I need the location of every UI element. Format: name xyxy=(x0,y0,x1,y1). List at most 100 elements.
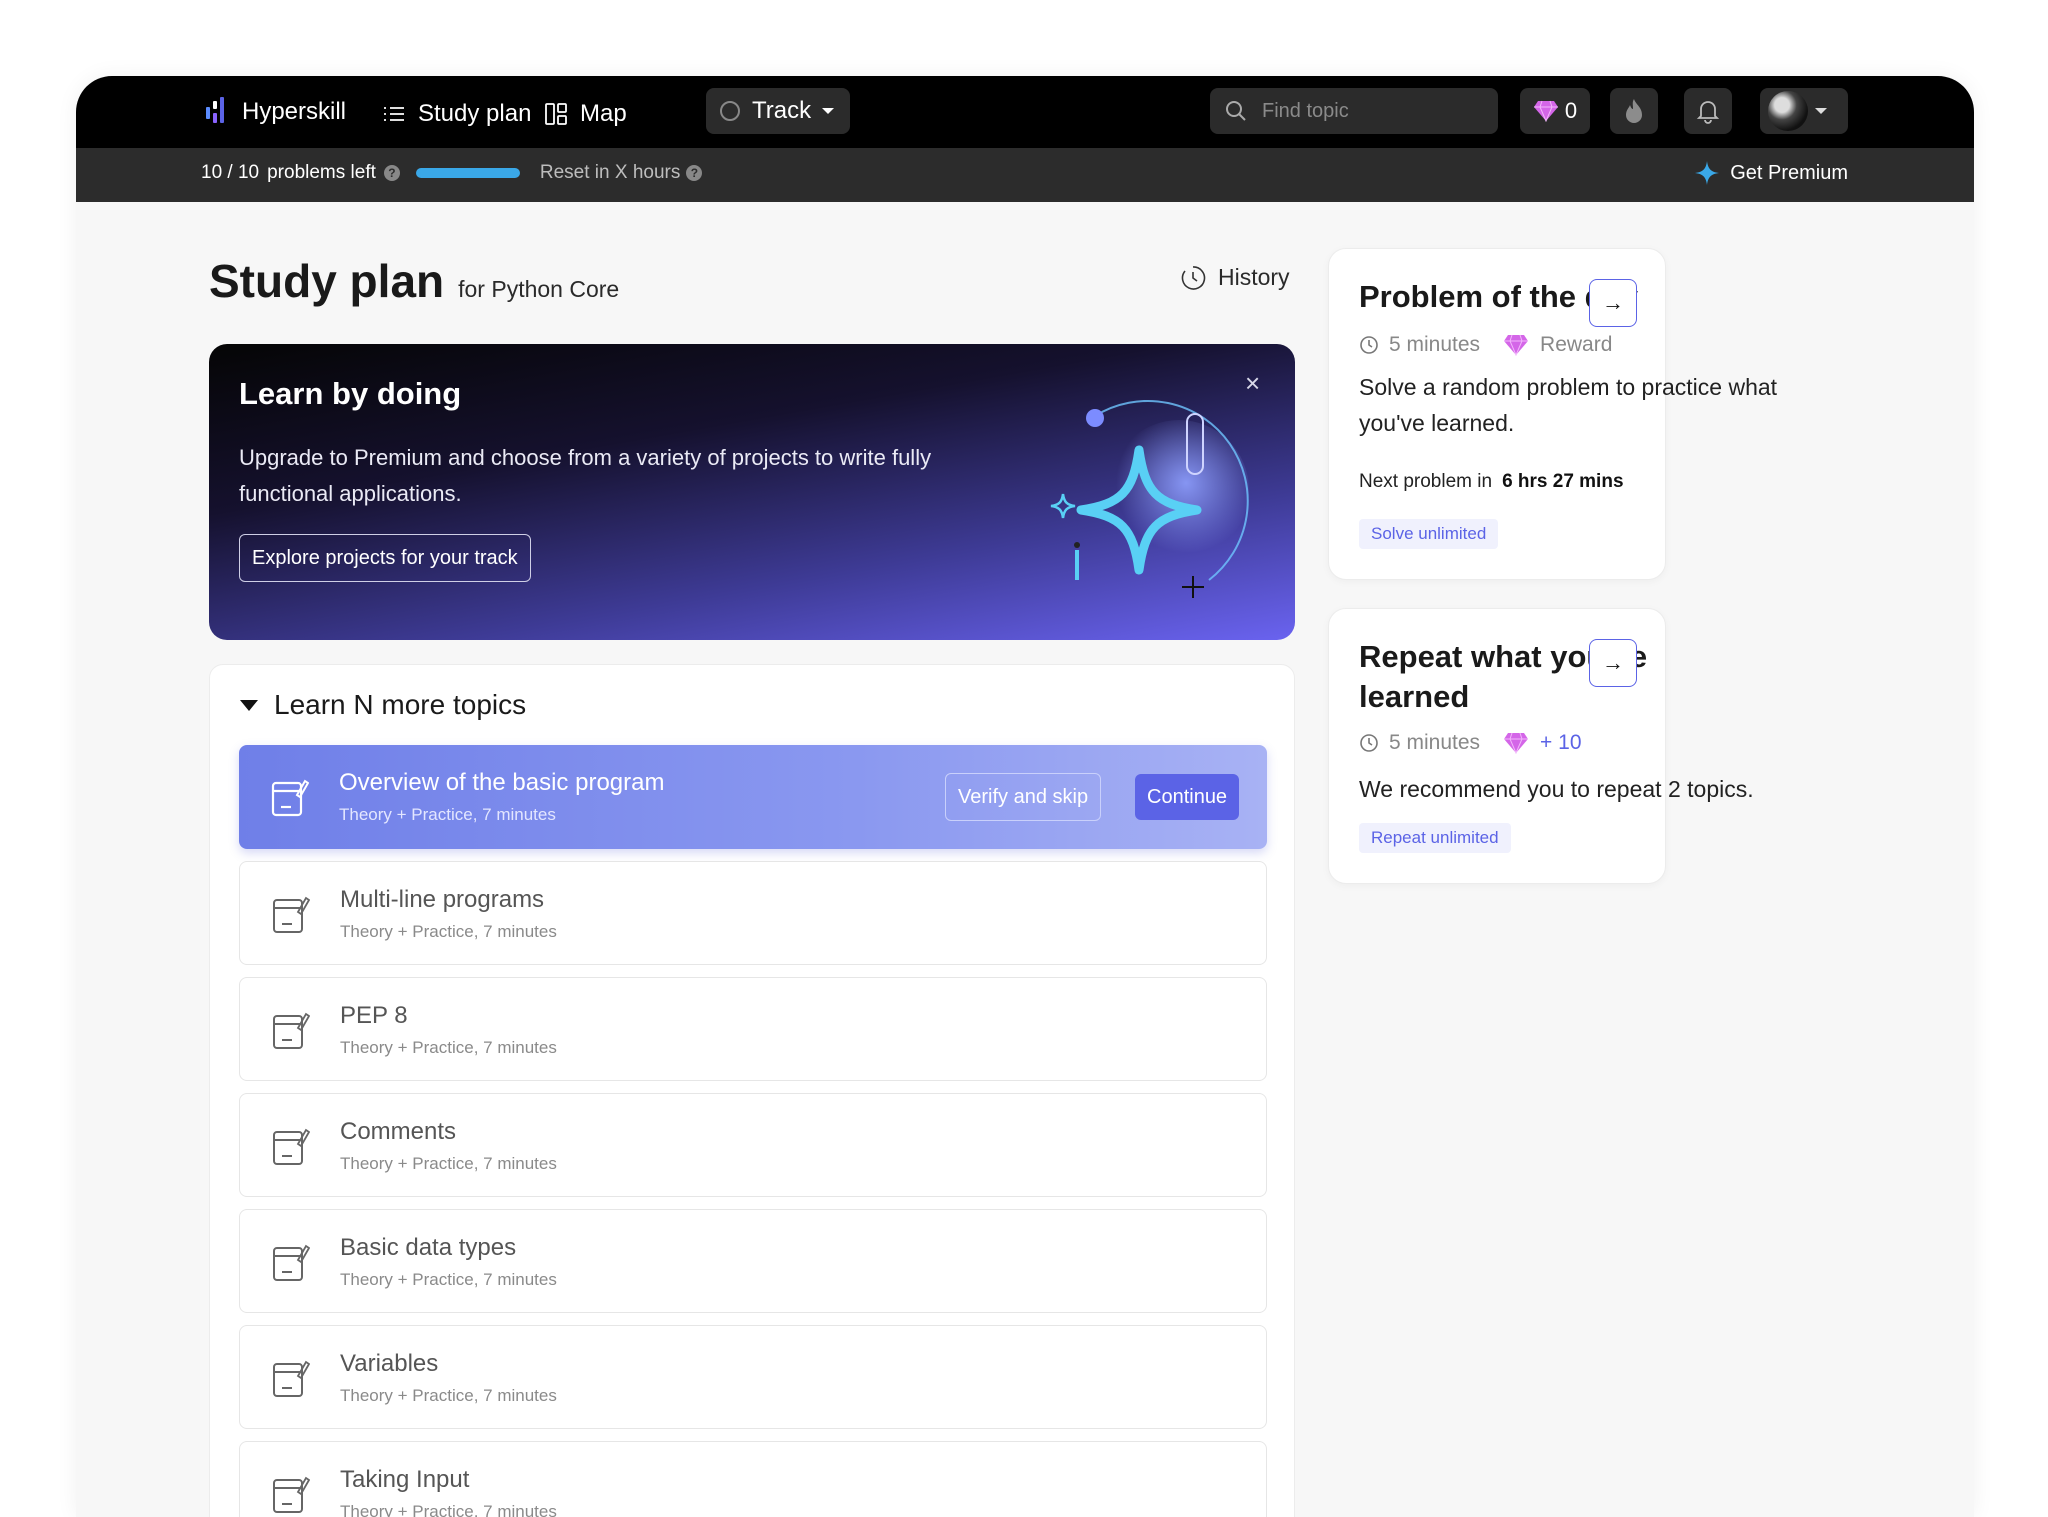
topic-item[interactable]: PEP 8 Theory + Practice, 7 minutes xyxy=(239,977,1267,1081)
solve-unlimited-chip[interactable]: Solve unlimited xyxy=(1359,519,1499,549)
topic-meta: Theory + Practice, 7 minutes xyxy=(340,922,557,941)
topic-title: Variables xyxy=(340,1350,439,1377)
avatar xyxy=(1768,91,1808,131)
brand-logo[interactable]: Hyperskill xyxy=(204,94,346,130)
learn-by-doing-banner: Learn by doing Upgrade to Premium and ch… xyxy=(209,344,1295,640)
gems-button[interactable]: 0 xyxy=(1520,88,1590,134)
track-progress-icon xyxy=(720,101,740,121)
notebook-icon xyxy=(271,779,309,817)
gem-icon xyxy=(1504,334,1529,356)
topic-meta: Theory + Practice, 7 minutes xyxy=(340,1038,557,1057)
topic-meta: Theory + Practice, 7 minutes xyxy=(340,1502,557,1517)
help-icon[interactable]: ? xyxy=(686,165,703,181)
hyperskill-logo-icon xyxy=(206,97,224,123)
continue-button[interactable]: Continue xyxy=(1135,774,1240,820)
topic-item[interactable]: Taking Input Theory + Practice, 7 minute… xyxy=(239,1441,1267,1517)
nav-study-plan-label: Study plan xyxy=(418,100,532,127)
nav-study-plan[interactable]: Study plan xyxy=(382,92,531,136)
gems-count: 0 xyxy=(1564,98,1578,123)
reset-label: Reset in X hours xyxy=(539,162,681,183)
topic-item[interactable]: Variables Theory + Practice, 7 minutes xyxy=(239,1325,1267,1429)
next-problem: Next problem in 6 hrs 27 mins xyxy=(1359,471,1624,493)
topic-title: Overview of the basic program xyxy=(339,769,665,796)
topics-header[interactable]: Learn N more topics xyxy=(240,689,526,721)
history-icon xyxy=(1181,265,1206,290)
problems-left: 10 / 10 problems left ? Reset in X hours… xyxy=(201,162,703,184)
search-box[interactable] xyxy=(1210,88,1498,134)
streak-button[interactable] xyxy=(1610,88,1658,134)
card-description: We recommend you to repeat 2 topics. xyxy=(1359,776,1754,802)
top-navbar: Hyperskill Study plan Map Track Find top… xyxy=(76,76,1974,148)
track-label: Track xyxy=(752,97,812,124)
problem-of-the-day-card: Problem of the day → 5 minutes Reward So… xyxy=(1328,248,1777,580)
clock-icon xyxy=(1360,734,1378,752)
next-problem-label: Next problem in xyxy=(1359,471,1493,492)
history-link[interactable]: History xyxy=(1180,264,1290,291)
notebook-icon xyxy=(273,896,310,933)
topic-title: Taking Input xyxy=(340,1466,470,1493)
problems-count: 10 / 10 xyxy=(201,162,260,183)
topic-title: Basic data types xyxy=(340,1234,517,1261)
topic-meta: Theory + Practice, 7 minutes xyxy=(339,805,556,824)
topic-title: PEP 8 xyxy=(340,1002,408,1029)
chevron-down-icon xyxy=(1815,108,1827,114)
topic-item[interactable]: Comments Theory + Practice, 7 minutes xyxy=(239,1093,1267,1197)
notebook-icon xyxy=(273,1360,310,1397)
time-estimate: 5 minutes xyxy=(1389,333,1481,356)
topics-panel: Learn N more topics Overview of the basi… xyxy=(209,664,1295,1517)
topic-item[interactable]: Multi-line programs Theory + Practice, 7… xyxy=(239,861,1267,965)
notifications-button[interactable] xyxy=(1684,88,1732,134)
time-estimate: 5 minutes xyxy=(1389,731,1481,754)
verify-and-skip-button[interactable]: Verify and skip xyxy=(945,773,1102,821)
open-repeat-button[interactable]: → xyxy=(1589,639,1637,687)
reward-label: Reward xyxy=(1540,333,1613,356)
topic-meta: Theory + Practice, 7 minutes xyxy=(340,1270,557,1289)
brand-name: Hyperskill xyxy=(242,98,347,125)
problems-progress-bar xyxy=(415,168,520,178)
search-input[interactable] xyxy=(1262,99,1482,123)
page-title: Study plan xyxy=(209,255,445,307)
page-subtitle: for Python Core xyxy=(458,276,620,302)
chevron-down-icon xyxy=(822,108,835,114)
topic-title: Comments xyxy=(340,1118,457,1145)
list-icon xyxy=(384,107,404,121)
next-problem-time: 6 hrs 27 mins xyxy=(1502,471,1624,492)
reset-info: Reset in X hours ? xyxy=(539,162,703,184)
get-premium-label: Get Premium xyxy=(1730,161,1848,184)
problems-label: problems left xyxy=(267,162,376,183)
repeat-unlimited-chip[interactable]: Repeat unlimited xyxy=(1359,823,1511,853)
gem-icon xyxy=(1533,100,1558,122)
nav-map[interactable]: Map xyxy=(544,92,627,136)
get-premium-link[interactable]: Get Premium xyxy=(1694,160,1848,186)
repeat-card: Repeat what you've learned → 5 minutes +… xyxy=(1328,608,1754,884)
caret-down-icon xyxy=(240,699,258,711)
banner-text: Upgrade to Premium and choose from a var… xyxy=(239,445,932,506)
clock-icon xyxy=(1360,336,1378,354)
notebook-icon xyxy=(273,1476,310,1513)
map-icon xyxy=(545,103,567,125)
fire-icon xyxy=(1626,99,1642,123)
notebook-icon xyxy=(273,1128,310,1165)
help-icon[interactable]: ? xyxy=(383,165,400,181)
topic-item[interactable]: Overview of the basic program Theory + P… xyxy=(239,745,1267,849)
bell-icon xyxy=(1696,101,1720,124)
track-dropdown[interactable]: Track xyxy=(706,88,850,134)
page-header: Study plan for Python Core xyxy=(209,254,619,308)
sparkle-icon xyxy=(1695,161,1720,185)
topic-meta: Theory + Practice, 7 minutes xyxy=(340,1386,557,1405)
explore-projects-button[interactable]: Explore projects for your track xyxy=(239,534,531,582)
notebook-icon xyxy=(273,1244,310,1281)
reward-label: + 10 xyxy=(1540,731,1582,754)
profile-menu[interactable] xyxy=(1760,88,1848,134)
topic-item[interactable]: Basic data types Theory + Practice, 7 mi… xyxy=(239,1209,1267,1313)
card-meta: 5 minutes + 10 xyxy=(1359,731,1582,755)
card-meta: 5 minutes Reward xyxy=(1359,333,1612,357)
app-window: Hyperskill Study plan Map Track Find top… xyxy=(76,76,1974,1517)
topic-title: Multi-line programs xyxy=(340,886,545,913)
search-icon xyxy=(1226,101,1246,121)
topics-header-label: Learn N more topics xyxy=(274,689,527,720)
notebook-icon xyxy=(273,1012,310,1049)
card-title: Problem of the day xyxy=(1359,279,1639,314)
open-problem-button[interactable]: → xyxy=(1589,279,1637,327)
history-label: History xyxy=(1218,264,1290,290)
